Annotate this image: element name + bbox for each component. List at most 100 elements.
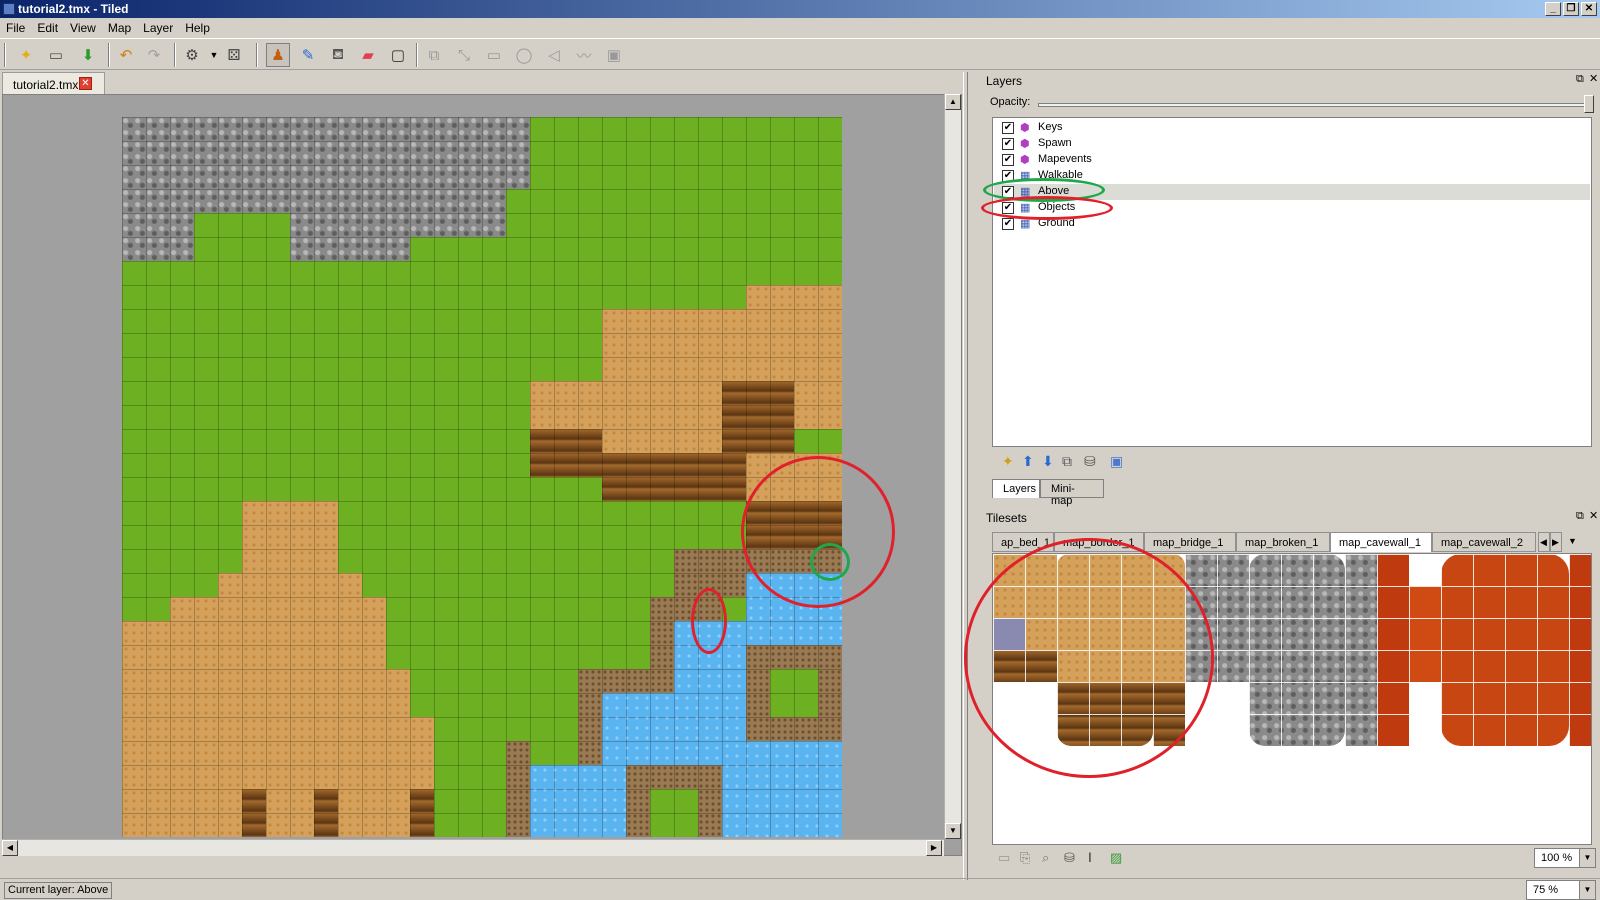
layer-visibility-checkbox[interactable]: ✔ bbox=[1002, 122, 1014, 134]
tileset-zoom-select[interactable]: 100 % ▼ bbox=[1534, 848, 1596, 868]
new-layer-icon[interactable]: ✦ bbox=[1002, 453, 1014, 470]
river-water bbox=[722, 741, 842, 837]
object-layer-icon: ⬢ bbox=[1020, 154, 1030, 166]
layer-row[interactable]: ✔ ⬢ Spawn bbox=[994, 136, 1590, 152]
map-zoom-select[interactable]: 75 % ▼ bbox=[1526, 880, 1596, 900]
document-tab[interactable]: tutorial2.tmx ✕ bbox=[2, 72, 105, 94]
layer-properties-icon[interactable]: ▣ bbox=[1110, 453, 1123, 470]
raise-layer-icon[interactable]: ⬆ bbox=[1022, 453, 1034, 470]
menu-map[interactable]: Map bbox=[102, 18, 137, 35]
annotation-circle-red bbox=[964, 538, 1214, 778]
tile-lava[interactable] bbox=[1377, 554, 1409, 746]
insert-polyline-icon[interactable]: 〰 bbox=[572, 43, 596, 67]
menu-layer[interactable]: Layer bbox=[137, 18, 179, 35]
layer-visibility-checkbox[interactable]: ✔ bbox=[1002, 154, 1014, 166]
tile-lava-pillar[interactable] bbox=[1441, 554, 1569, 746]
maximize-button[interactable]: ❐ bbox=[1563, 2, 1579, 16]
layer-row[interactable]: ✔ ⬢ Keys bbox=[994, 120, 1590, 136]
tilesets-panel-title: Tilesets bbox=[986, 511, 1027, 525]
panel-splitter[interactable] bbox=[963, 72, 968, 880]
tab-layers[interactable]: Layers bbox=[992, 479, 1040, 498]
cliff-face bbox=[530, 429, 602, 477]
cliff-face bbox=[410, 789, 434, 837]
import-tileset-icon[interactable]: ⎘ bbox=[1020, 850, 1030, 866]
undo-icon[interactable]: ↶ bbox=[114, 43, 138, 67]
scroll-down-icon[interactable]: ▼ bbox=[945, 823, 961, 839]
tileset-tab-active[interactable]: map_cavewall_1 bbox=[1330, 532, 1432, 552]
insert-ellipse-icon[interactable]: ◯ bbox=[512, 43, 536, 67]
float-panel-icon[interactable]: ⧉ bbox=[1576, 73, 1584, 86]
chevron-down-icon[interactable]: ▼ bbox=[1579, 849, 1595, 867]
tileset-tab[interactable]: map_broken_1 bbox=[1236, 532, 1330, 552]
chevron-down-icon[interactable]: ▼ bbox=[1579, 881, 1595, 899]
current-layer-status: Current layer: Above bbox=[4, 882, 112, 899]
tile-lava[interactable] bbox=[1569, 554, 1591, 746]
map-canvas[interactable] bbox=[122, 117, 842, 837]
tile-lava[interactable] bbox=[1409, 586, 1441, 682]
edit-terrain-icon[interactable]: ▨ bbox=[1110, 850, 1122, 866]
toolbar-separator bbox=[256, 43, 258, 67]
tab-mini-map[interactable]: Mini-map bbox=[1040, 479, 1104, 507]
insert-tile-icon[interactable]: ▣ bbox=[602, 43, 626, 67]
scroll-up-icon[interactable]: ▲ bbox=[945, 94, 961, 110]
layer-name: Keys bbox=[1038, 121, 1063, 133]
dirt-plateau bbox=[602, 309, 842, 381]
layer-visibility-checkbox[interactable]: ✔ bbox=[1002, 138, 1014, 150]
menu-file[interactable]: File bbox=[0, 18, 31, 35]
minimize-button[interactable]: _ bbox=[1545, 2, 1561, 16]
open-file-icon[interactable]: ▭ bbox=[44, 43, 68, 67]
redo-icon[interactable]: ↷ bbox=[142, 43, 166, 67]
save-icon[interactable]: ⬇ bbox=[76, 43, 100, 67]
object-layer-icon: ⬢ bbox=[1020, 122, 1030, 134]
tile-rock-pillar[interactable] bbox=[1249, 554, 1345, 746]
export-tileset-icon[interactable]: ⌕ bbox=[1042, 850, 1049, 866]
terrain-brush-icon[interactable]: ✎ bbox=[296, 43, 320, 67]
annotation-circle-green bbox=[810, 543, 850, 581]
tileset-properties-icon[interactable]: Ⅰ bbox=[1088, 850, 1092, 866]
delete-tileset-icon[interactable]: ⛁ bbox=[1064, 850, 1075, 866]
dirt-plateau bbox=[122, 621, 386, 669]
close-panel-icon[interactable]: ✕ bbox=[1589, 509, 1598, 522]
duplicate-layer-icon[interactable]: ⧉ bbox=[1062, 453, 1072, 470]
opacity-slider[interactable] bbox=[1038, 103, 1592, 107]
layer-visibility-checkbox[interactable]: ✔ bbox=[1002, 218, 1014, 230]
delete-layer-icon[interactable]: ⛁ bbox=[1084, 453, 1096, 470]
menu-edit[interactable]: Edit bbox=[31, 18, 64, 35]
close-panel-icon[interactable]: ✕ bbox=[1589, 72, 1598, 85]
tabs-scroll-right-icon[interactable]: ▶ bbox=[1550, 532, 1562, 552]
tabs-scroll-left-icon[interactable]: ◀ bbox=[1538, 532, 1550, 552]
vertical-scrollbar[interactable]: ▲ ▼ bbox=[944, 94, 961, 839]
rect-select-icon[interactable]: ▢ bbox=[386, 43, 410, 67]
insert-polygon-icon[interactable]: ◁ bbox=[542, 43, 566, 67]
dice-icon[interactable]: ⚄ bbox=[222, 43, 246, 67]
new-file-icon[interactable]: ✦ bbox=[14, 43, 38, 67]
eraser-icon[interactable]: ▰ bbox=[356, 43, 380, 67]
select-objects-icon[interactable]: ⧉ bbox=[422, 43, 446, 67]
tileset-tab[interactable]: map_cavewall_2 bbox=[1432, 532, 1536, 552]
scroll-right-icon[interactable]: ▶ bbox=[926, 840, 942, 856]
status-bar bbox=[0, 878, 1600, 900]
random-mode-icon[interactable]: ⚙ bbox=[180, 43, 204, 67]
float-panel-icon[interactable]: ⧉ bbox=[1576, 510, 1584, 523]
cliff-face bbox=[698, 453, 746, 501]
tileset-tab[interactable]: map_bridge_1 bbox=[1144, 532, 1236, 552]
edit-polygons-icon[interactable]: ⤡ bbox=[452, 43, 476, 67]
toolbar-separator bbox=[416, 43, 418, 67]
new-tileset-icon[interactable]: ▭ bbox=[998, 850, 1010, 866]
tileset-zoom-value: 100 % bbox=[1541, 852, 1573, 864]
tabs-menu-icon[interactable]: ▼ bbox=[1564, 532, 1582, 552]
layer-row[interactable]: ✔ ⬢ Mapevents bbox=[994, 152, 1590, 168]
layer-row[interactable]: ✔ ▦ Ground bbox=[994, 216, 1590, 232]
menu-help[interactable]: Help bbox=[179, 18, 216, 35]
tile-rock[interactable] bbox=[1345, 554, 1377, 746]
close-tab-icon[interactable]: ✕ bbox=[79, 77, 92, 90]
lower-layer-icon[interactable]: ⬇ bbox=[1042, 453, 1054, 470]
stamp-brush-icon[interactable]: ♟ bbox=[266, 43, 290, 67]
insert-rectangle-icon[interactable]: ▭ bbox=[482, 43, 506, 67]
opacity-slider-handle[interactable] bbox=[1584, 95, 1594, 113]
horizontal-scrollbar[interactable]: ◀ ▶ bbox=[2, 839, 944, 856]
scroll-left-icon[interactable]: ◀ bbox=[2, 840, 18, 856]
close-window-button[interactable]: ✕ bbox=[1581, 2, 1597, 16]
menu-view[interactable]: View bbox=[64, 18, 102, 35]
bucket-fill-icon[interactable]: ⛾ bbox=[326, 43, 350, 67]
